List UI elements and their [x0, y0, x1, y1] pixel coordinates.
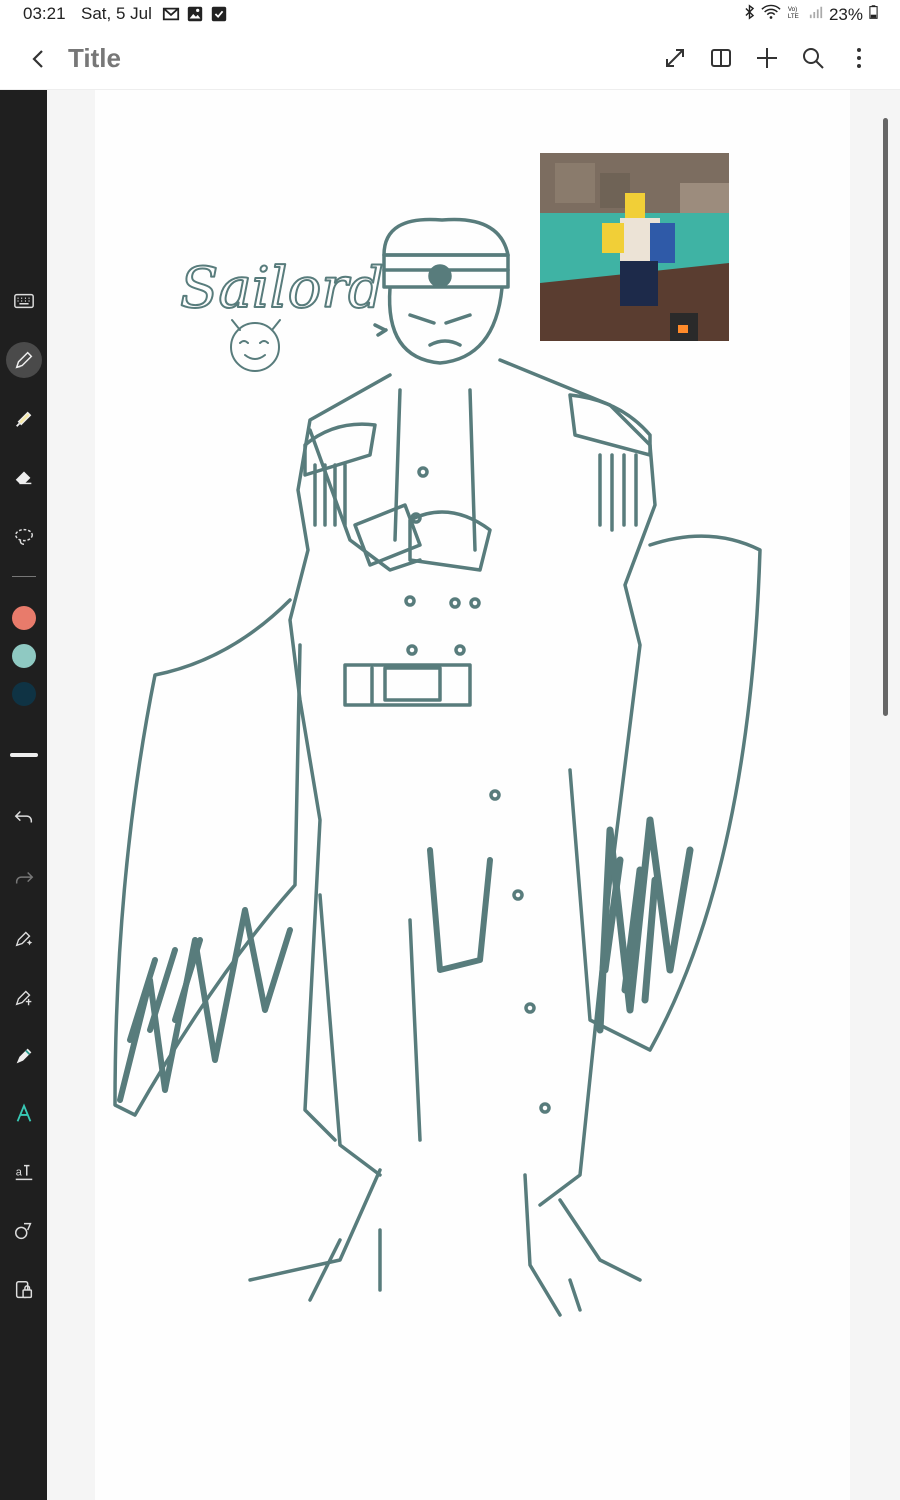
pen-edit-icon [16, 1048, 32, 1064]
pen-thickness-indicator[interactable] [10, 753, 38, 757]
status-time: 03:21 [23, 4, 66, 23]
search-button[interactable] [800, 44, 826, 72]
epaulettes [303, 393, 652, 532]
note-title[interactable]: Title [68, 43, 121, 74]
lock-page-icon [15, 1281, 33, 1299]
svg-text:a: a [16, 1167, 23, 1179]
reference-game-screenshot [540, 153, 729, 341]
gmail-icon [162, 5, 180, 28]
svg-text:Vo): Vo) [788, 6, 797, 13]
more-options-icon [857, 48, 861, 68]
status-date: Sat, 5 Jul [81, 4, 152, 23]
svg-text:LTE: LTE [788, 13, 799, 20]
handwritten-label: Sailord [180, 256, 384, 321]
app-bar-actions [662, 44, 872, 72]
color-swatch-teal[interactable] [12, 644, 36, 668]
shapes-icon [15, 1222, 32, 1240]
book-view-icon [711, 49, 731, 67]
book-view-button[interactable] [708, 44, 734, 72]
shape-pen-icon [15, 990, 32, 1006]
eraser-icon [15, 471, 32, 485]
color-swatch-navy[interactable] [12, 682, 36, 706]
task-done-icon [210, 5, 228, 28]
handwriting-to-text-tool[interactable] [6, 1096, 42, 1132]
highlighter-tool[interactable] [6, 400, 42, 436]
battery-percentage: 23% [828, 4, 863, 24]
keyboard-icon [14, 293, 34, 309]
right-wing [568, 534, 762, 1052]
wifi-icon [761, 4, 781, 25]
left-wing [113, 598, 302, 1117]
volte-icon: Vo) LTE [787, 4, 803, 25]
add-page-button[interactable] [754, 44, 780, 72]
back-arrow-icon [32, 50, 43, 68]
search-icon [803, 48, 824, 69]
notification-icons [162, 5, 228, 28]
gallery-icon [186, 5, 204, 28]
lasso-select-tool[interactable] [6, 518, 42, 554]
shapes-tool[interactable] [6, 1213, 42, 1249]
fullscreen-button[interactable] [662, 44, 688, 72]
ai-assist-tool[interactable] [6, 920, 42, 956]
redo-icon [15, 871, 34, 884]
status-bar: 03:21 Sat, 5 Jul Vo) LTE 23% [0, 0, 900, 28]
add-page-icon [757, 48, 777, 68]
vertical-scrollbar[interactable] [883, 118, 888, 716]
shape-pen-tool[interactable] [6, 979, 42, 1015]
toolbar-divider [12, 576, 36, 577]
system-icons: Vo) LTE 23% [744, 4, 878, 25]
lock-tool[interactable] [6, 1272, 42, 1308]
keyboard-tool[interactable] [6, 283, 42, 319]
sailor-hat [382, 217, 510, 289]
pen-edit-tool[interactable] [6, 1038, 42, 1074]
bluetooth-icon [744, 4, 755, 25]
reference-image[interactable] [540, 153, 729, 341]
app-bar: Title [0, 28, 900, 90]
ai-sparkle-pen-icon [15, 931, 33, 947]
color-swatch-coral[interactable] [12, 606, 36, 630]
sketch-drawing[interactable]: Sailord [95, 90, 850, 1500]
text-tool[interactable]: a [6, 1154, 42, 1190]
back-button[interactable] [24, 44, 54, 74]
pen-icon [15, 351, 33, 369]
signal-icon [809, 4, 823, 25]
pen-toolbar: a [0, 90, 47, 1500]
handwriting-a-icon [16, 1103, 32, 1122]
fullscreen-icon [666, 49, 684, 67]
undo-icon [14, 810, 33, 823]
pen-tool[interactable] [6, 342, 42, 378]
text-format-icon: a [15, 1164, 33, 1181]
eraser-tool[interactable] [6, 459, 42, 495]
redo-button[interactable] [6, 860, 42, 896]
head [373, 286, 504, 365]
undo-button[interactable] [6, 799, 42, 835]
highlighter-icon [16, 411, 32, 427]
doodle-face [230, 319, 281, 372]
battery-icon [869, 4, 878, 25]
lasso-icon [15, 528, 33, 545]
more-options-button[interactable] [846, 44, 872, 72]
